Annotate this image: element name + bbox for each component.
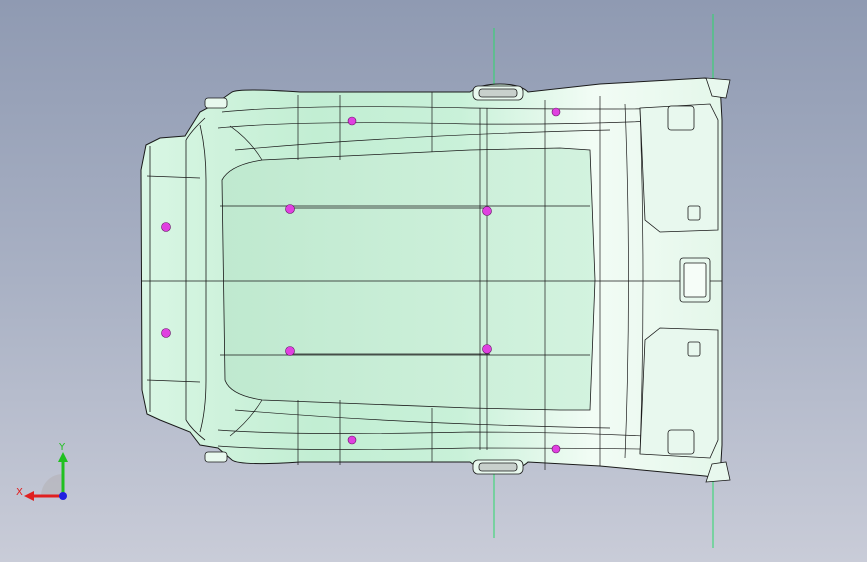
hole xyxy=(347,435,357,445)
hole xyxy=(161,222,171,232)
z-axis-icon xyxy=(59,492,67,500)
hole xyxy=(161,328,171,338)
x-axis-label: X xyxy=(16,487,23,498)
hole xyxy=(347,116,357,126)
hole xyxy=(482,206,492,216)
hole xyxy=(285,346,295,356)
hole xyxy=(482,344,492,354)
hole xyxy=(551,444,561,454)
headliner-model[interactable] xyxy=(0,0,867,562)
cad-viewport[interactable]: X Y xyxy=(0,0,867,562)
inner-panel xyxy=(221,147,596,411)
axis-triad: X Y xyxy=(16,442,68,501)
hole xyxy=(551,107,561,117)
y-axis-label: Y xyxy=(58,442,66,453)
hole xyxy=(285,204,295,214)
